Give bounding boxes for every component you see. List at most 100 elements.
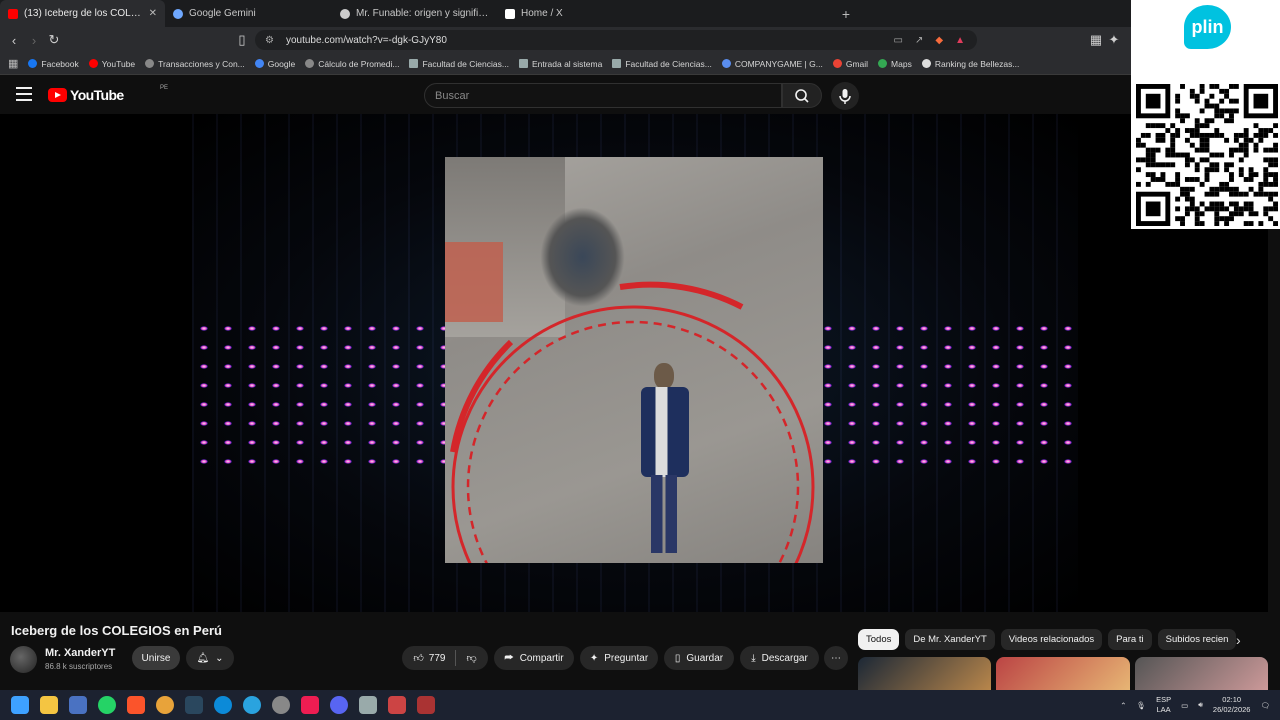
search-input[interactable]: Buscar: [424, 83, 782, 108]
site-settings-icon[interactable]: ⚙: [265, 35, 274, 46]
clock[interactable]: 02:10 26/02/2026: [1213, 695, 1251, 715]
more-icon: ⋯: [831, 652, 841, 664]
chevron-down-icon: ⌄: [215, 652, 224, 664]
apps-grid-icon[interactable]: ▦: [8, 57, 18, 70]
language-indicator[interactable]: ESP LAA: [1156, 695, 1171, 715]
app-icon[interactable]: [417, 696, 435, 714]
share-arrow-icon: ⮫: [504, 652, 514, 664]
bookmark-item[interactable]: Ranking de Bellezas...: [921, 59, 1019, 69]
target-circle-overlay: [450, 281, 815, 563]
brave-shield-icon[interactable]: ◆: [935, 35, 943, 46]
tab-funable[interactable]: Mr. Funable: origen y significado en: [332, 0, 497, 27]
bookmark-item[interactable]: Facultad de Ciencias...: [612, 59, 712, 69]
language-label: ESP: [1156, 695, 1172, 704]
app-icon[interactable]: [388, 696, 406, 714]
share-label: Compartir: [519, 652, 564, 664]
bookmark-icon[interactable]: ▯: [232, 32, 252, 48]
tiktok-icon[interactable]: [301, 696, 319, 714]
brave-browser-icon[interactable]: [127, 696, 145, 714]
chip-related[interactable]: Videos relacionados: [1000, 629, 1103, 650]
bookmark-item[interactable]: YouTube: [88, 59, 135, 69]
related-thumbnail[interactable]: [996, 657, 1130, 690]
bookmark-item[interactable]: Gmail: [832, 59, 868, 69]
system-tray: ⌃ 🎙︎ ESP LAA ▭ 🔊︎ 02:10 26/02/2026 🗨︎: [1120, 690, 1270, 720]
telegram-icon[interactable]: [243, 696, 261, 714]
tab-x[interactable]: Home / X: [497, 0, 662, 27]
network-icon[interactable]: ▭: [1181, 701, 1188, 710]
bookmark-item[interactable]: Maps: [878, 59, 912, 69]
tab-title: Mr. Funable: origen y significado en: [356, 8, 489, 19]
bookmark-label: Transacciones y Con...: [158, 58, 245, 69]
save-button[interactable]: ▯ Guardar: [664, 646, 734, 670]
menu-icon[interactable]: [16, 87, 32, 101]
extensions-icon[interactable]: ✦: [1104, 32, 1124, 48]
url-bar[interactable]: ⚙ youtube.com/watch?v=-dgk-GJyY80 ▭ ↗ ◆ …: [255, 30, 977, 50]
edge-icon[interactable]: [214, 696, 232, 714]
bookmark-item[interactable]: Cálculo de Promedi...: [305, 59, 399, 69]
bookmark-item[interactable]: Transacciones y Con...: [145, 59, 245, 69]
download-button[interactable]: ⤓ Descargar: [740, 646, 819, 670]
forward-icon[interactable]: ›: [24, 33, 44, 48]
bookmark-label: Maps: [891, 58, 912, 69]
file-explorer-icon[interactable]: [40, 696, 58, 714]
search-icon: [795, 89, 809, 103]
address-toolbar: ‹ › ↻ ▯ ⚙ youtube.com/watch?v=-dgk-GJyY8…: [0, 27, 1280, 53]
discord-icon[interactable]: [330, 696, 348, 714]
ask-button[interactable]: ✦ Preguntar: [580, 646, 658, 670]
notifications-button[interactable]: 🔔︎ ⌄: [186, 646, 234, 670]
cast-icon[interactable]: ▭: [894, 35, 903, 46]
video-player[interactable]: [0, 114, 1268, 612]
notification-icon[interactable]: 🗨︎: [1260, 701, 1270, 710]
bookmark-label: Google: [267, 58, 296, 69]
bookmark-item[interactable]: Entrada al sistema: [518, 59, 602, 69]
app-icon[interactable]: [272, 696, 290, 714]
youtube-logo[interactable]: YouTube PE: [48, 85, 168, 103]
chip-all[interactable]: Todos: [858, 629, 900, 650]
like-button[interactable]: 👍︎ 779: [413, 652, 445, 665]
chip-recent[interactable]: Subidos recien: [1157, 629, 1237, 650]
subscriber-count: 86.8 k suscriptores: [45, 662, 113, 671]
more-actions-button[interactable]: ⋯: [824, 646, 848, 670]
back-icon[interactable]: ‹: [4, 33, 24, 48]
mail-icon[interactable]: [69, 696, 87, 714]
chip-channel[interactable]: De Mr. XanderYT: [905, 629, 995, 650]
dislike-button[interactable]: 👎︎: [466, 652, 476, 664]
chrome-icon[interactable]: [156, 696, 174, 714]
windows-start-icon[interactable]: [11, 696, 29, 714]
globe-icon: [721, 59, 731, 68]
voice-search-button[interactable]: [831, 82, 859, 110]
x-favicon-icon: [505, 8, 515, 19]
share-button[interactable]: ⮫ Compartir: [494, 646, 574, 670]
whatsapp-icon[interactable]: [98, 696, 116, 714]
join-button[interactable]: Unirse: [132, 646, 180, 670]
sidebar-icon[interactable]: ▦: [1086, 32, 1106, 48]
gemini-favicon-icon: [173, 8, 183, 19]
channel-name[interactable]: Mr. XanderYT: [45, 647, 115, 659]
thumbs-up-icon: 👍︎: [413, 653, 424, 664]
bookmark-item[interactable]: COMPANYGAME | G...: [721, 59, 823, 69]
calculator-icon[interactable]: [359, 696, 377, 714]
volume-icon[interactable]: 🔊︎: [1198, 700, 1203, 710]
tab-youtube[interactable]: (13) Iceberg de los COLEGIOS ✕: [0, 0, 165, 27]
steam-icon[interactable]: [185, 696, 203, 714]
bookmark-item[interactable]: Facultad de Ciencias...: [409, 59, 509, 69]
tab-gemini[interactable]: Google Gemini: [165, 0, 330, 27]
close-tab-icon[interactable]: ✕: [149, 8, 157, 19]
search-button[interactable]: [782, 83, 822, 108]
new-tab-button[interactable]: +: [832, 6, 860, 22]
rewards-icon[interactable]: ▲: [955, 35, 965, 46]
share-icon[interactable]: ↗: [915, 35, 923, 46]
chevron-up-icon[interactable]: ⌃: [1120, 701, 1126, 710]
video-title: Iceberg de los COLEGIOS en Perú: [11, 623, 222, 638]
chevron-right-icon[interactable]: ›: [1236, 632, 1241, 648]
bookmark-item[interactable]: Google: [254, 58, 296, 69]
microphone-icon[interactable]: 🎙︎: [1137, 701, 1147, 710]
ask-label: Preguntar: [604, 652, 649, 664]
chip-for-you[interactable]: Para ti: [1108, 629, 1152, 650]
bookmark-item[interactable]: Facebook: [28, 59, 79, 69]
reload-icon[interactable]: ↻: [44, 32, 64, 48]
related-thumbnail[interactable]: [858, 657, 992, 690]
related-thumbnail[interactable]: [1134, 657, 1268, 690]
page-icon: [612, 59, 622, 68]
channel-avatar[interactable]: [10, 646, 37, 673]
